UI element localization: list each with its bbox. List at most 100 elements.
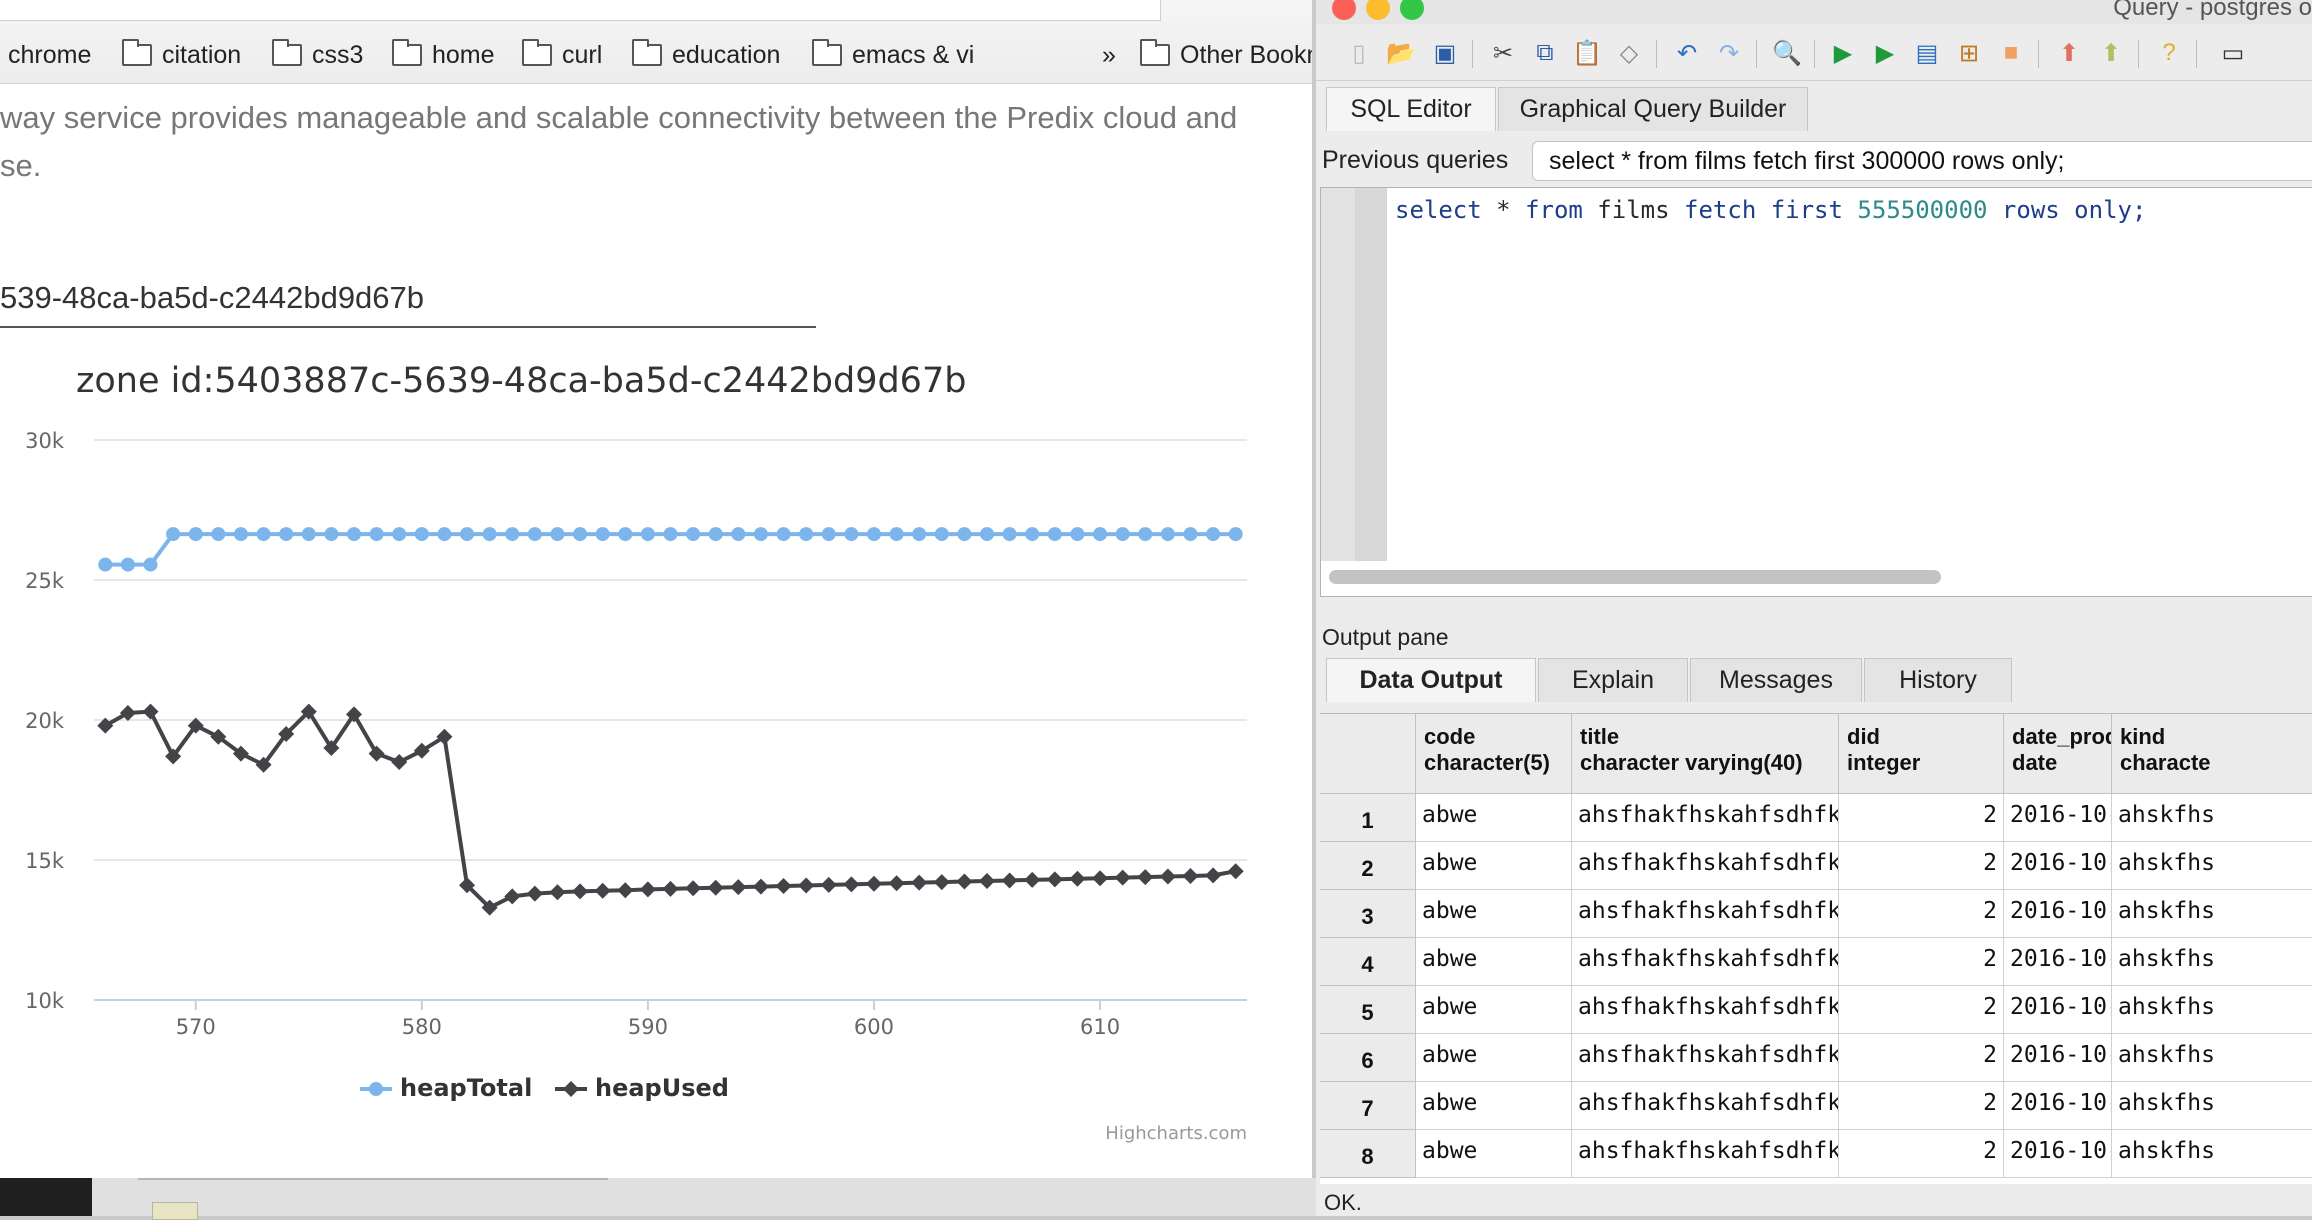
column-header-kind[interactable]: kind characte: [2112, 714, 2312, 794]
bookmark-folder-curl[interactable]: curl: [522, 37, 602, 73]
previous-queries-select[interactable]: select * from films fetch first 300000 r…: [1532, 141, 2312, 181]
table-cell-did[interactable]: 2: [1839, 986, 2004, 1034]
chart-credits[interactable]: Highcharts.com: [1105, 1123, 1247, 1144]
table-cell-title[interactable]: ahsfhakfhskahfsdhfkshfsassa: [1572, 890, 1839, 938]
close-window-button[interactable]: [1332, 0, 1356, 20]
table-cell-title[interactable]: ahsfhakfhskahfsdhfkshfsassa: [1572, 986, 1839, 1034]
table-cell-date-prod[interactable]: 2016-10-28: [2004, 842, 2112, 890]
bookmark-folder-css3[interactable]: css3: [272, 37, 363, 73]
heapused-point: [1137, 869, 1154, 886]
table-cell-code[interactable]: abwe: [1416, 938, 1572, 986]
table-cell-did[interactable]: 2: [1839, 890, 2004, 938]
row-number[interactable]: 3: [1320, 890, 1416, 938]
bookmark-folder-other[interactable]: Other Bookm: [1140, 37, 1312, 73]
undo-icon[interactable]: ↶: [1672, 38, 1702, 68]
bookmark-folder-emacs-vi[interactable]: emacs & vi: [812, 37, 974, 73]
sql-editor[interactable]: select * from films fetch first 55550000…: [1320, 187, 2312, 597]
tab-explain[interactable]: Explain: [1538, 658, 1688, 702]
table-cell-title[interactable]: ahsfhakfhskahfsdhfkshfsassa: [1572, 1130, 1839, 1178]
open-file-icon[interactable]: 📂: [1386, 38, 1416, 68]
column-header-did[interactable]: did integer: [1839, 714, 2004, 794]
table-cell-did[interactable]: 2: [1839, 842, 2004, 890]
execute-to-file-icon[interactable]: ▤: [1912, 38, 1942, 68]
editor-horizontal-scrollbar[interactable]: [1329, 570, 1941, 584]
tab-sql-editor[interactable]: SQL Editor: [1326, 87, 1496, 131]
table-cell-date-prod[interactable]: 2016-10-28: [2004, 938, 2112, 986]
bookmark-folder-citation[interactable]: citation: [122, 37, 241, 73]
connection-dropdown-icon[interactable]: ▭: [2218, 38, 2248, 68]
table-cell-code[interactable]: abwe: [1416, 986, 1572, 1034]
column-header-title[interactable]: title character varying(40): [1572, 714, 1839, 794]
table-cell-code[interactable]: abwe: [1416, 1082, 1572, 1130]
sql-text[interactable]: select * from films fetch first 55550000…: [1395, 196, 2146, 224]
column-header-code[interactable]: code character(5): [1416, 714, 1572, 794]
table-cell-did[interactable]: 2: [1839, 938, 2004, 986]
explain-icon[interactable]: ⊞: [1954, 38, 1984, 68]
row-number[interactable]: 5: [1320, 986, 1416, 1034]
zone-id-field[interactable]: 539-48ca-ba5d-c2442bd9d67b: [0, 280, 424, 316]
row-number[interactable]: 2: [1320, 842, 1416, 890]
table-cell-did[interactable]: 2: [1839, 1082, 2004, 1130]
help-icon[interactable]: ?: [2154, 38, 2184, 68]
table-cell-date-prod[interactable]: 2016-10-28: [2004, 794, 2112, 842]
column-header-date-prod[interactable]: date_prod date: [2004, 714, 2112, 794]
find-icon[interactable]: 🔍: [1772, 38, 1802, 68]
cut-icon[interactable]: ✂: [1488, 38, 1518, 68]
table-cell-kind[interactable]: ahskfhs: [2112, 1082, 2312, 1130]
table-cell-kind[interactable]: ahskfhs: [2112, 1034, 2312, 1082]
table-cell-did[interactable]: 2: [1839, 794, 2004, 842]
copy-icon[interactable]: ⧉: [1530, 38, 1560, 68]
row-number[interactable]: 8: [1320, 1130, 1416, 1178]
table-cell-title[interactable]: ahsfhakfhskahfsdhfkshfsassa: [1572, 1034, 1839, 1082]
table-cell-kind[interactable]: ahskfhs: [2112, 842, 2312, 890]
row-number[interactable]: 7: [1320, 1082, 1416, 1130]
table-cell-code[interactable]: abwe: [1416, 890, 1572, 938]
row-number[interactable]: 6: [1320, 1034, 1416, 1082]
row-number[interactable]: 4: [1320, 938, 1416, 986]
zoom-window-button[interactable]: [1400, 0, 1424, 20]
redo-icon[interactable]: ↷: [1714, 38, 1744, 68]
table-cell-date-prod[interactable]: 2016-10-28: [2004, 890, 2112, 938]
table-cell-kind[interactable]: ahskfhs: [2112, 890, 2312, 938]
table-cell-title[interactable]: ahsfhakfhskahfsdhfkshfsassa: [1572, 1082, 1839, 1130]
bookmark-folder-home[interactable]: home: [392, 37, 495, 73]
cancel-query-icon[interactable]: ■: [1996, 38, 2026, 68]
table-cell-date-prod[interactable]: 2016-10-28: [2004, 1034, 2112, 1082]
save-icon[interactable]: ▣: [1430, 38, 1460, 68]
table-cell-title[interactable]: ahsfhakfhskahfsdhfkshfsassa: [1572, 938, 1839, 986]
execute-pgscript-icon[interactable]: ▶: [1870, 38, 1900, 68]
table-cell-code[interactable]: abwe: [1416, 794, 1572, 842]
tab-history[interactable]: History: [1864, 658, 2012, 702]
table-cell-date-prod[interactable]: 2016-10-28: [2004, 1082, 2112, 1130]
rollback-icon[interactable]: ⬆: [2096, 38, 2126, 68]
table-cell-kind[interactable]: ahskfhs: [2112, 1130, 2312, 1178]
grid-corner-header[interactable]: [1320, 714, 1416, 794]
minimize-window-button[interactable]: [1366, 0, 1390, 20]
table-cell-did[interactable]: 2: [1839, 1034, 2004, 1082]
bookmarks-overflow-button[interactable]: »: [1102, 37, 1116, 73]
table-cell-kind[interactable]: ahskfhs: [2112, 938, 2312, 986]
bookmark-folder-education[interactable]: education: [632, 37, 780, 73]
data-output-grid[interactable]: code character(5) title character varying…: [1320, 713, 2312, 1184]
paste-icon[interactable]: 📋: [1572, 38, 1602, 68]
tab-messages[interactable]: Messages: [1690, 658, 1862, 702]
table-cell-code[interactable]: abwe: [1416, 1034, 1572, 1082]
commit-icon[interactable]: ⬆: [2054, 38, 2084, 68]
table-cell-date-prod[interactable]: 2016-10-28: [2004, 986, 2112, 1034]
bookmark-chrome[interactable]: chrome: [8, 37, 91, 73]
row-number[interactable]: 1: [1320, 794, 1416, 842]
tab-graphical-query-builder[interactable]: Graphical Query Builder: [1498, 87, 1808, 131]
table-cell-did[interactable]: 2: [1839, 1130, 2004, 1178]
table-cell-kind[interactable]: ahskfhs: [2112, 794, 2312, 842]
table-cell-code[interactable]: abwe: [1416, 842, 1572, 890]
table-cell-code[interactable]: abwe: [1416, 1130, 1572, 1178]
heapused-point: [798, 877, 815, 894]
clear-icon[interactable]: ◇: [1614, 38, 1644, 68]
table-cell-date-prod[interactable]: 2016-10-28: [2004, 1130, 2112, 1178]
execute-icon[interactable]: ▶: [1828, 38, 1858, 68]
table-cell-title[interactable]: ahsfhakfhskahfsdhfkshfsassa: [1572, 794, 1839, 842]
tab-data-output[interactable]: Data Output: [1326, 658, 1536, 702]
table-cell-title[interactable]: ahsfhakfhskahfsdhfkshfsassa: [1572, 842, 1839, 890]
table-cell-kind[interactable]: ahskfhs: [2112, 986, 2312, 1034]
new-file-icon[interactable]: ▯: [1344, 38, 1374, 68]
